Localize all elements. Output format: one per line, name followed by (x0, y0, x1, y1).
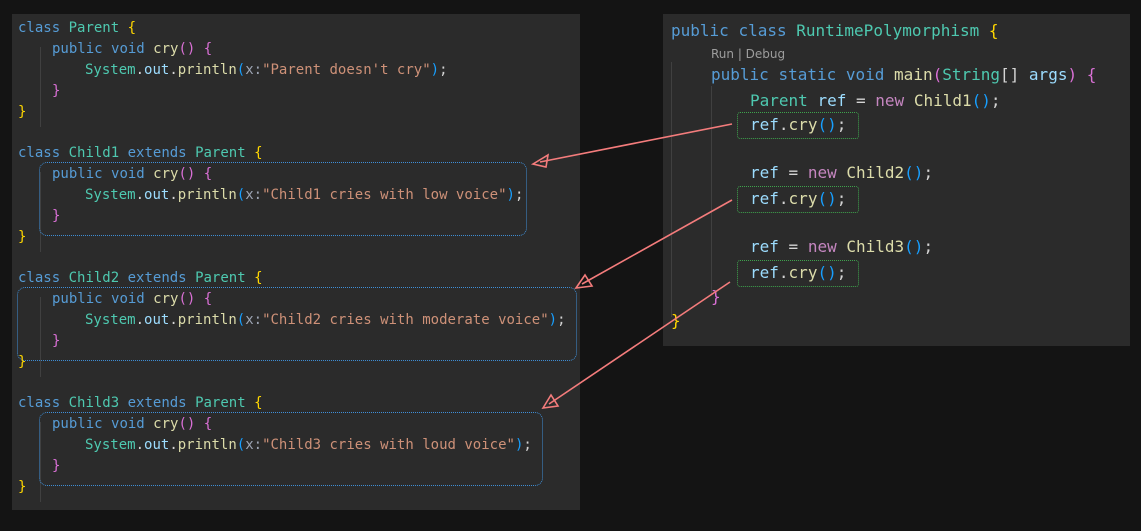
dispatch-arrows (530, 123, 733, 410)
arrow-to-child1 (530, 123, 733, 168)
arrow-to-child3 (541, 281, 731, 410)
arrow-to-child2 (574, 199, 733, 290)
